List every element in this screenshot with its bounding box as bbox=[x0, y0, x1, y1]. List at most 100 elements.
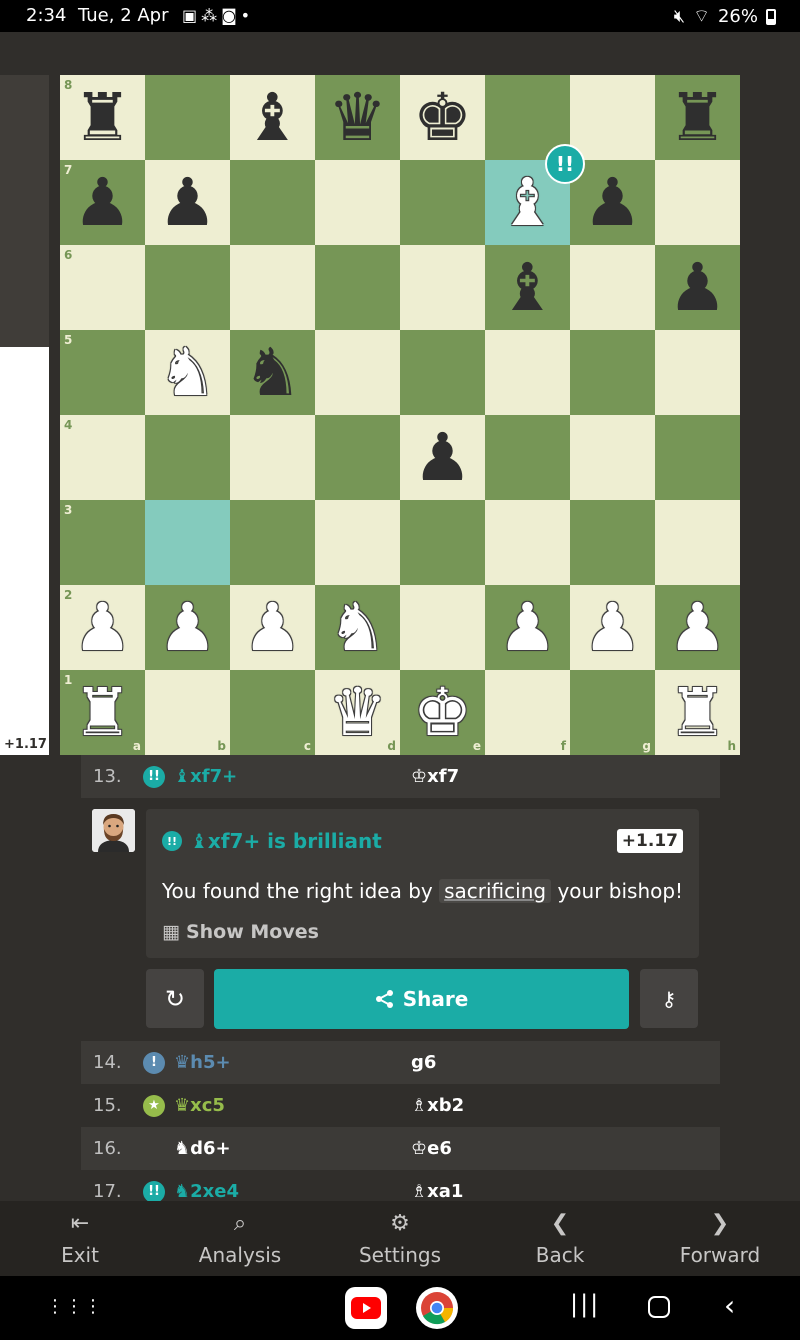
square-g2[interactable]: ♟ bbox=[570, 585, 655, 670]
settings-button[interactable]: ⚙ Settings bbox=[320, 1201, 480, 1276]
recent-apps-button[interactable]: ||| bbox=[570, 1290, 600, 1318]
square-h7[interactable] bbox=[655, 160, 740, 245]
square-h5[interactable] bbox=[655, 330, 740, 415]
square-c5[interactable]: ♞ bbox=[230, 330, 315, 415]
square-h4[interactable] bbox=[655, 415, 740, 500]
white-pawn-icon[interactable]: ♟ bbox=[570, 585, 655, 670]
black-rook-icon[interactable]: ♜ bbox=[655, 75, 740, 160]
square-a4[interactable]: 4 bbox=[60, 415, 145, 500]
square-d1[interactable]: d ♛ bbox=[315, 670, 400, 755]
black-move[interactable]: ♗xa1 bbox=[411, 1181, 463, 1201]
square-c1[interactable]: c bbox=[230, 670, 315, 755]
white-move[interactable]: ♛xc5 bbox=[174, 1095, 225, 1116]
square-d4[interactable] bbox=[315, 415, 400, 500]
share-button[interactable]: Share bbox=[214, 969, 629, 1029]
square-g3[interactable] bbox=[570, 500, 655, 585]
white-pawn-icon[interactable]: ♟ bbox=[230, 585, 315, 670]
square-a3[interactable]: 3 bbox=[60, 500, 145, 585]
white-move[interactable]: ♝xf7+ bbox=[174, 766, 237, 787]
white-knight-icon[interactable]: ♞ bbox=[145, 330, 230, 415]
square-a8[interactable]: 8 ♜ bbox=[60, 75, 145, 160]
square-b3[interactable] bbox=[145, 500, 230, 585]
white-pawn-icon[interactable]: ♟ bbox=[60, 585, 145, 670]
square-c2[interactable]: ♟ bbox=[230, 585, 315, 670]
square-h6[interactable]: ♟ bbox=[655, 245, 740, 330]
white-pawn-icon[interactable]: ♟ bbox=[145, 585, 230, 670]
black-pawn-icon[interactable]: ♟ bbox=[145, 160, 230, 245]
square-f1[interactable]: f bbox=[485, 670, 570, 755]
white-rook-icon[interactable]: ♜ bbox=[60, 670, 145, 755]
square-g8[interactable] bbox=[570, 75, 655, 160]
black-knight-icon[interactable]: ♞ bbox=[230, 330, 315, 415]
square-a7[interactable]: 7 ♟ bbox=[60, 160, 145, 245]
square-b6[interactable] bbox=[145, 245, 230, 330]
square-e5[interactable] bbox=[400, 330, 485, 415]
square-g6[interactable] bbox=[570, 245, 655, 330]
square-e4[interactable]: ♟ bbox=[400, 415, 485, 500]
square-e2[interactable] bbox=[400, 585, 485, 670]
square-e7[interactable] bbox=[400, 160, 485, 245]
black-move[interactable]: ♗xb2 bbox=[411, 1095, 464, 1116]
square-b2[interactable]: ♟ bbox=[145, 585, 230, 670]
square-d3[interactable] bbox=[315, 500, 400, 585]
square-e8[interactable]: ♚ bbox=[400, 75, 485, 160]
square-f6[interactable]: ♝ bbox=[485, 245, 570, 330]
square-c6[interactable] bbox=[230, 245, 315, 330]
forward-button[interactable]: ❯ Forward bbox=[640, 1201, 800, 1276]
square-d8[interactable]: ♛ bbox=[315, 75, 400, 160]
move-row[interactable]: 15. ★ ♛xc5 ♗xb2 bbox=[81, 1084, 720, 1127]
white-pawn-icon[interactable]: ♟ bbox=[655, 585, 740, 670]
square-b8[interactable] bbox=[145, 75, 230, 160]
home-button[interactable] bbox=[648, 1296, 670, 1318]
system-back-button[interactable]: ‹ bbox=[724, 1289, 735, 1322]
square-b4[interactable] bbox=[145, 415, 230, 500]
square-h3[interactable] bbox=[655, 500, 740, 585]
square-h8[interactable]: ♜ bbox=[655, 75, 740, 160]
black-bishop-icon[interactable]: ♝ bbox=[485, 245, 570, 330]
square-f2[interactable]: ♟ bbox=[485, 585, 570, 670]
youtube-icon[interactable] bbox=[345, 1287, 387, 1329]
black-pawn-icon[interactable]: ♟ bbox=[60, 160, 145, 245]
square-e3[interactable] bbox=[400, 500, 485, 585]
white-knight-icon[interactable]: ♞ bbox=[315, 585, 400, 670]
move-list[interactable]: 14. ! ♛h5+ g6 15. ★ ♛xc5 ♗xb2 16. ♞d6+ ♔… bbox=[81, 1041, 720, 1201]
black-rook-icon[interactable]: ♜ bbox=[60, 75, 145, 160]
black-queen-icon[interactable]: ♛ bbox=[315, 75, 400, 160]
square-d7[interactable] bbox=[315, 160, 400, 245]
white-king-icon[interactable]: ♚ bbox=[400, 670, 485, 755]
square-a1[interactable]: 1 a ♜ bbox=[60, 670, 145, 755]
retry-button[interactable]: ↻ bbox=[146, 969, 204, 1028]
coach-keyword-link[interactable]: sacrificing bbox=[439, 879, 552, 903]
square-d6[interactable] bbox=[315, 245, 400, 330]
white-rook-icon[interactable]: ♜ bbox=[655, 670, 740, 755]
square-a6[interactable]: 6 bbox=[60, 245, 145, 330]
square-h1[interactable]: h ♜ bbox=[655, 670, 740, 755]
exit-button[interactable]: ⇤ Exit bbox=[0, 1201, 160, 1276]
square-h2[interactable]: ♟ bbox=[655, 585, 740, 670]
black-move[interactable]: ♔xf7 bbox=[411, 766, 459, 787]
app-drawer-icon[interactable]: ⋮⋮⋮ bbox=[46, 1296, 103, 1317]
square-c3[interactable] bbox=[230, 500, 315, 585]
key-button[interactable]: ⚷ bbox=[640, 969, 698, 1028]
back-button[interactable]: ❮ Back bbox=[480, 1201, 640, 1276]
chess-board[interactable]: 8 ♜ ♝ ♛ ♚ ♜ 7 ♟ ♟ ♝ ♟ 6 ♝ ♟ 5 ♞ ♞ 4 ♟ 3 2 ♟ ♟ ♟ ♞ ♟ ♟ ♟ 1 a ♜ b c d ♛ e ♚ f g h… bbox=[60, 75, 740, 755]
square-f3[interactable] bbox=[485, 500, 570, 585]
black-move[interactable]: g6 bbox=[411, 1052, 436, 1073]
square-f5[interactable] bbox=[485, 330, 570, 415]
white-pawn-icon[interactable]: ♟ bbox=[485, 585, 570, 670]
square-c8[interactable]: ♝ bbox=[230, 75, 315, 160]
square-e6[interactable] bbox=[400, 245, 485, 330]
white-move[interactable]: ♞d6+ bbox=[174, 1138, 231, 1159]
square-g1[interactable]: g bbox=[570, 670, 655, 755]
square-e1[interactable]: e ♚ bbox=[400, 670, 485, 755]
move-row[interactable]: 13. !! ♝xf7+ ♔xf7 bbox=[81, 755, 720, 798]
black-king-icon[interactable]: ♚ bbox=[400, 75, 485, 160]
square-b1[interactable]: b bbox=[145, 670, 230, 755]
square-g5[interactable] bbox=[570, 330, 655, 415]
black-pawn-icon[interactable]: ♟ bbox=[400, 415, 485, 500]
black-bishop-icon[interactable]: ♝ bbox=[230, 75, 315, 160]
square-g4[interactable] bbox=[570, 415, 655, 500]
square-f4[interactable] bbox=[485, 415, 570, 500]
square-d5[interactable] bbox=[315, 330, 400, 415]
move-row[interactable]: 16. ♞d6+ ♔e6 bbox=[81, 1127, 720, 1170]
